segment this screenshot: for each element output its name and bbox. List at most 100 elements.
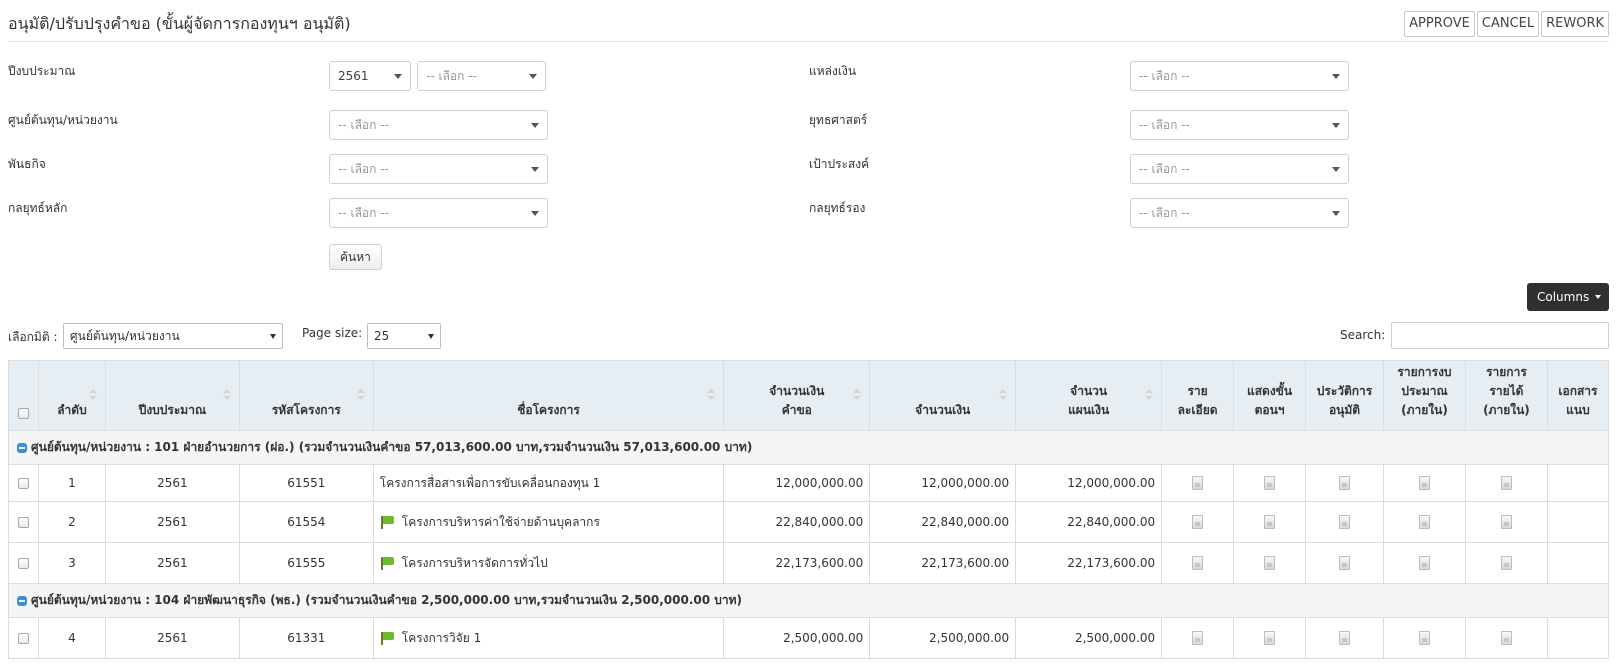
- document-icon[interactable]: [1500, 556, 1512, 571]
- row-name: โครงการวิจัย 1: [401, 630, 482, 645]
- page-size-value: 25: [374, 329, 390, 343]
- document-icon[interactable]: [1264, 476, 1276, 491]
- document-icon[interactable]: [1192, 515, 1204, 530]
- row-history-cell: [1305, 617, 1384, 659]
- chevron-down-icon: [1332, 123, 1340, 128]
- document-icon[interactable]: [1192, 556, 1204, 571]
- document-icon[interactable]: [1192, 631, 1204, 646]
- col-project-name-header[interactable]: ชื่อโครงการ: [372, 360, 725, 431]
- chevron-down-icon: [529, 74, 537, 79]
- document-icon[interactable]: [1264, 631, 1276, 646]
- group-cell: ศูนย์ต้นทุน/หน่วยงาน : 101 ฝ่ายอำนวยการ …: [8, 430, 1609, 465]
- sub-strategy-label: กลยุทธ์รอง: [809, 201, 866, 215]
- col-project-code-header[interactable]: รหัสโครงการ: [238, 360, 374, 431]
- document-icon[interactable]: [1500, 515, 1512, 530]
- row-amount: 22,173,600.00: [869, 542, 1017, 584]
- row-attachments-cell: [1546, 617, 1610, 659]
- collapse-icon[interactable]: [17, 595, 27, 606]
- group-row[interactable]: ศูนย์ต้นทุน/หน่วยงาน : 104 ฝ่ายพัฒนาธุรก…: [8, 583, 1609, 618]
- col-attachments-header: เอกสาร แนบ: [1546, 360, 1610, 431]
- document-icon[interactable]: [1500, 631, 1512, 646]
- document-icon[interactable]: [1339, 515, 1350, 530]
- col-history-header: ประวัติการ อนุมัติ: [1305, 360, 1384, 431]
- row-attachments-cell: [1546, 501, 1610, 543]
- chevron-down-icon: [1332, 211, 1340, 216]
- row-year: 2561: [104, 464, 240, 502]
- chevron-down-icon: [1332, 167, 1340, 172]
- dimension-value: ศูนย์ต้นทุน/หน่วยงาน: [70, 329, 180, 343]
- table-row[interactable]: 2 2561 61554 โครงการบริหารค่าใช้จ่ายด้าน…: [8, 501, 1610, 543]
- dimension-select[interactable]: ศูนย์ต้นทุน/หน่วยงาน: [63, 323, 283, 349]
- row-code: 61555: [238, 542, 374, 584]
- mission-select[interactable]: -- เลือก --: [329, 154, 548, 184]
- row-income-items-cell: [1464, 464, 1548, 502]
- col-requested-amount-header[interactable]: จำนวนเงิน คำขอ: [723, 360, 871, 431]
- funding-source-select[interactable]: -- เลือก --: [1130, 61, 1349, 91]
- main-strategy-select[interactable]: -- เลือก --: [329, 198, 548, 228]
- row-attachments-cell: [1546, 542, 1610, 584]
- row-attachments-cell: [1546, 464, 1610, 502]
- row-detail-cell: [1161, 617, 1235, 659]
- page-size-select[interactable]: 25: [367, 323, 441, 349]
- cost-center-select[interactable]: -- เลือก --: [329, 110, 548, 140]
- select-all-header: [8, 360, 39, 431]
- budget-year-sub-select[interactable]: -- เลือก --: [417, 61, 546, 91]
- rework-button[interactable]: REWORK: [1541, 11, 1609, 37]
- approve-button[interactable]: APPROVE: [1404, 11, 1475, 37]
- document-icon[interactable]: [1418, 556, 1430, 571]
- cost-center-placeholder: -- เลือก --: [338, 118, 389, 132]
- chevron-down-icon: [531, 123, 539, 128]
- col-amount-header[interactable]: จำนวนเงิน: [869, 360, 1017, 431]
- columns-button[interactable]: Columns: [1527, 283, 1609, 311]
- row-code: 61331: [238, 617, 374, 659]
- document-icon[interactable]: [1339, 631, 1350, 646]
- collapse-icon[interactable]: [17, 442, 27, 453]
- document-icon[interactable]: [1264, 515, 1276, 530]
- col-budget-items-label-1: รายการงบ: [1397, 365, 1452, 379]
- search-button[interactable]: ค้นหา: [329, 244, 382, 270]
- goal-select[interactable]: -- เลือก --: [1130, 154, 1349, 184]
- row-checkbox[interactable]: [17, 558, 29, 569]
- sub-strategy-select[interactable]: -- เลือก --: [1130, 198, 1349, 228]
- document-icon[interactable]: [1192, 476, 1204, 491]
- document-icon[interactable]: [1339, 556, 1350, 571]
- strategy-select[interactable]: -- เลือก --: [1130, 110, 1349, 140]
- row-requested: 22,840,000.00: [723, 501, 871, 543]
- row-detail-cell: [1161, 542, 1235, 584]
- document-icon[interactable]: [1500, 476, 1512, 491]
- row-checkbox[interactable]: [17, 633, 29, 644]
- row-detail-cell: [1161, 501, 1235, 543]
- document-icon[interactable]: [1264, 556, 1276, 571]
- row-checkbox[interactable]: [17, 517, 29, 528]
- col-plan-amount-label-2: แผนเงิน: [1068, 403, 1110, 417]
- row-checkbox[interactable]: [17, 478, 29, 489]
- document-icon[interactable]: [1339, 476, 1350, 491]
- document-icon[interactable]: [1418, 515, 1430, 530]
- row-year: 2561: [104, 542, 240, 584]
- search-input[interactable]: [1391, 322, 1609, 349]
- col-history-label-1: ประวัติการ: [1316, 384, 1373, 398]
- row-code: 61551: [238, 464, 374, 502]
- sort-icon: [999, 389, 1008, 401]
- table-row[interactable]: 4 2561 61331 โครงการวิจัย 1 2,500,000.00…: [8, 617, 1610, 659]
- col-index-header[interactable]: ลำดับ: [37, 360, 106, 431]
- row-steps-cell: [1233, 501, 1307, 543]
- col-plan-amount-header[interactable]: จำนวนแผนเงิน: [1015, 360, 1163, 431]
- projects-table: ลำดับ ปีงบประมาณ รหัสโครงการ ชื่อโครงการ…: [8, 360, 1610, 659]
- budget-year-select[interactable]: 2561: [329, 61, 411, 91]
- cancel-button[interactable]: CANCEL: [1476, 11, 1540, 37]
- table-row[interactable]: 3 2561 61555 โครงการบริหารจัดการทั่วไป 2…: [8, 542, 1610, 584]
- document-icon[interactable]: [1418, 631, 1430, 646]
- sort-icon: [88, 389, 97, 401]
- funding-source-label: แหล่งเงิน: [809, 64, 857, 78]
- col-budget-year-header[interactable]: ปีงบประมาณ: [104, 360, 240, 431]
- group-row[interactable]: ศูนย์ต้นทุน/หน่วยงาน : 101 ฝ่ายอำนวยการ …: [8, 430, 1609, 465]
- action-buttons: APPROVE CANCEL REWORK: [1404, 11, 1609, 37]
- select-all-checkbox[interactable]: [17, 408, 29, 419]
- sort-icon: [707, 389, 716, 401]
- document-icon[interactable]: [1418, 476, 1430, 491]
- table-row[interactable]: 1 2561 61551 โครงการสื่อสารเพื่อการขับเค…: [8, 464, 1610, 502]
- group-cell: ศูนย์ต้นทุน/หน่วยงาน : 104 ฝ่ายพัฒนาธุรก…: [8, 583, 1609, 618]
- col-plan-amount-label-1: จำนวน: [1070, 384, 1108, 398]
- row-index: 3: [37, 542, 106, 584]
